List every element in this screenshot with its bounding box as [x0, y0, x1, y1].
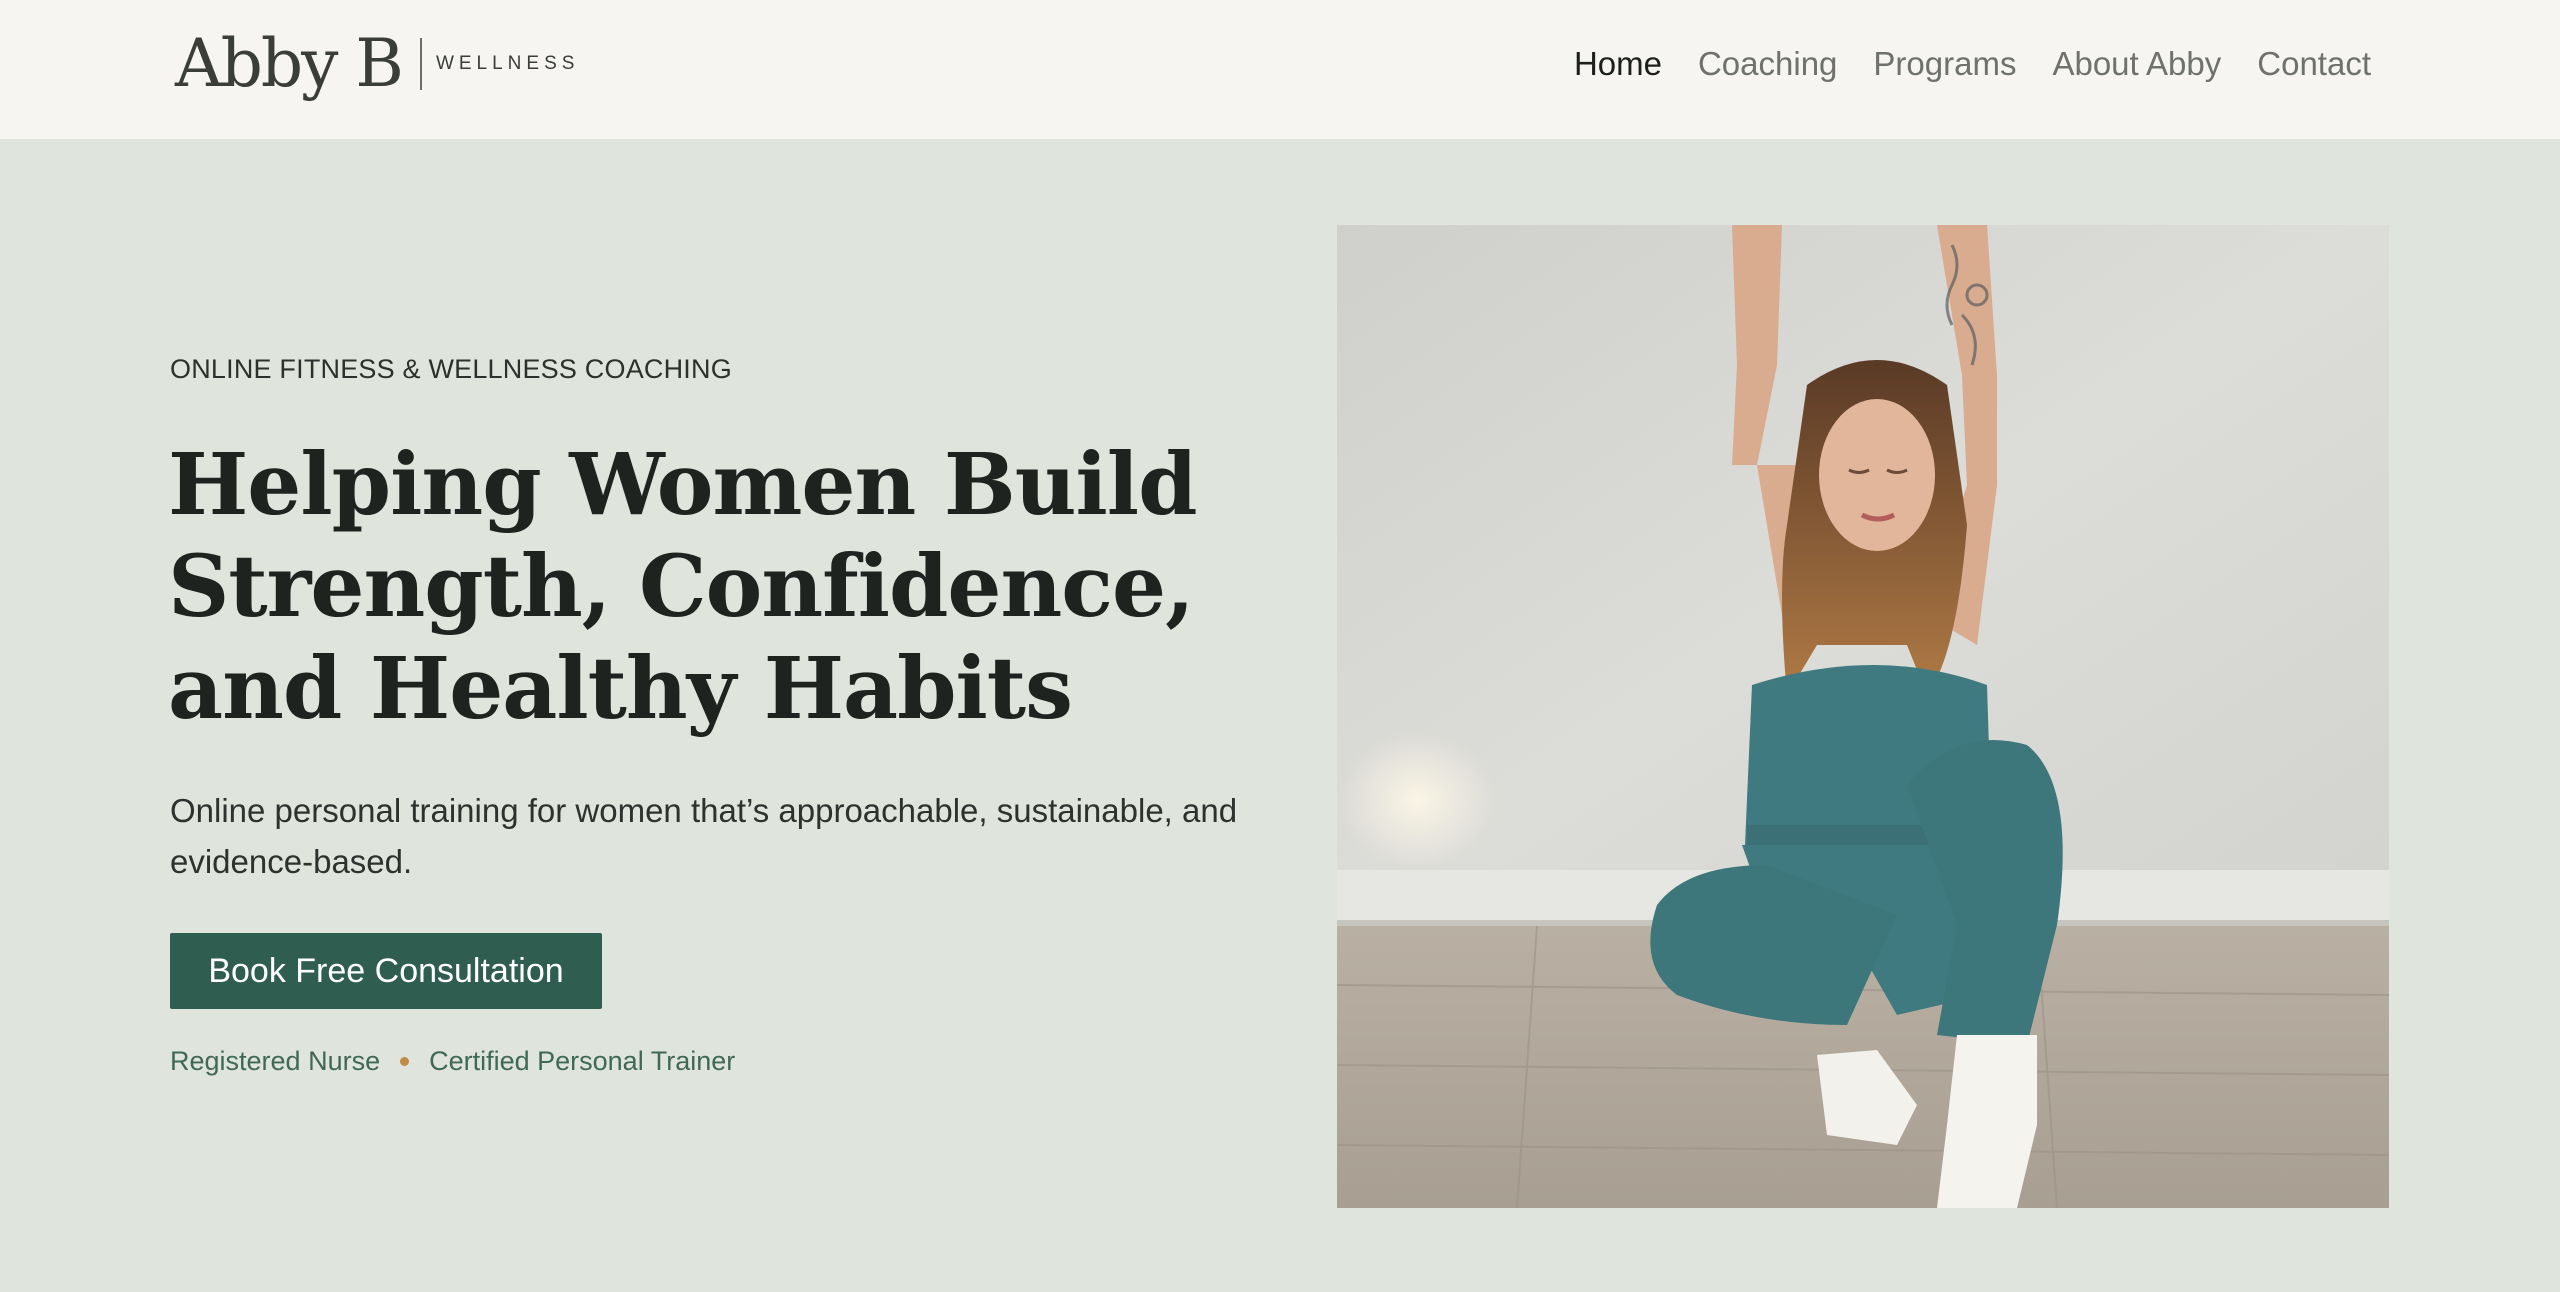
logo-divider [419, 38, 422, 90]
logo-wordmark: Abby B [175, 25, 404, 102]
book-consultation-button[interactable]: Book Free Consultation [170, 933, 602, 1009]
hero-lead: Online personal training for women that’… [170, 792, 1238, 880]
nav-programs[interactable]: Programs [1873, 44, 2016, 84]
logo-subtitle: WELLNESS [435, 53, 580, 74]
main-nav: Home Coaching Programs About Abby Contac… [1574, 44, 2371, 84]
hero-eyebrow: ONLINE FITNESS & WELLNESS COACHING [170, 354, 732, 384]
nav-home[interactable]: Home [1574, 44, 1662, 84]
site-logo[interactable]: Abby B WELLNESS [175, 26, 579, 102]
hero-photo [1337, 225, 2389, 1208]
nav-contact[interactable]: Contact [2257, 44, 2371, 84]
credentials: Registered Nurse Certified Personal Trai… [170, 1046, 735, 1077]
site-header: Abby B WELLNESS Home Coaching Programs A… [0, 0, 2560, 139]
woman-stretching-photo [1337, 225, 2389, 1208]
dot-icon [400, 1057, 410, 1066]
headline-line: Helping Women Build [168, 435, 1198, 535]
credential-item: Certified Personal Trainer [429, 1046, 736, 1076]
nav-coaching[interactable]: Coaching [1698, 44, 1837, 84]
headline-line: and Healthy Habits [168, 639, 1073, 739]
headline-line: Strength, Confidence, [168, 537, 1195, 637]
hero-headline: Helping Women Build Strength, Confidence… [168, 434, 1288, 740]
nav-about[interactable]: About Abby [2052, 44, 2221, 84]
credential-item: Registered Nurse [170, 1046, 381, 1076]
